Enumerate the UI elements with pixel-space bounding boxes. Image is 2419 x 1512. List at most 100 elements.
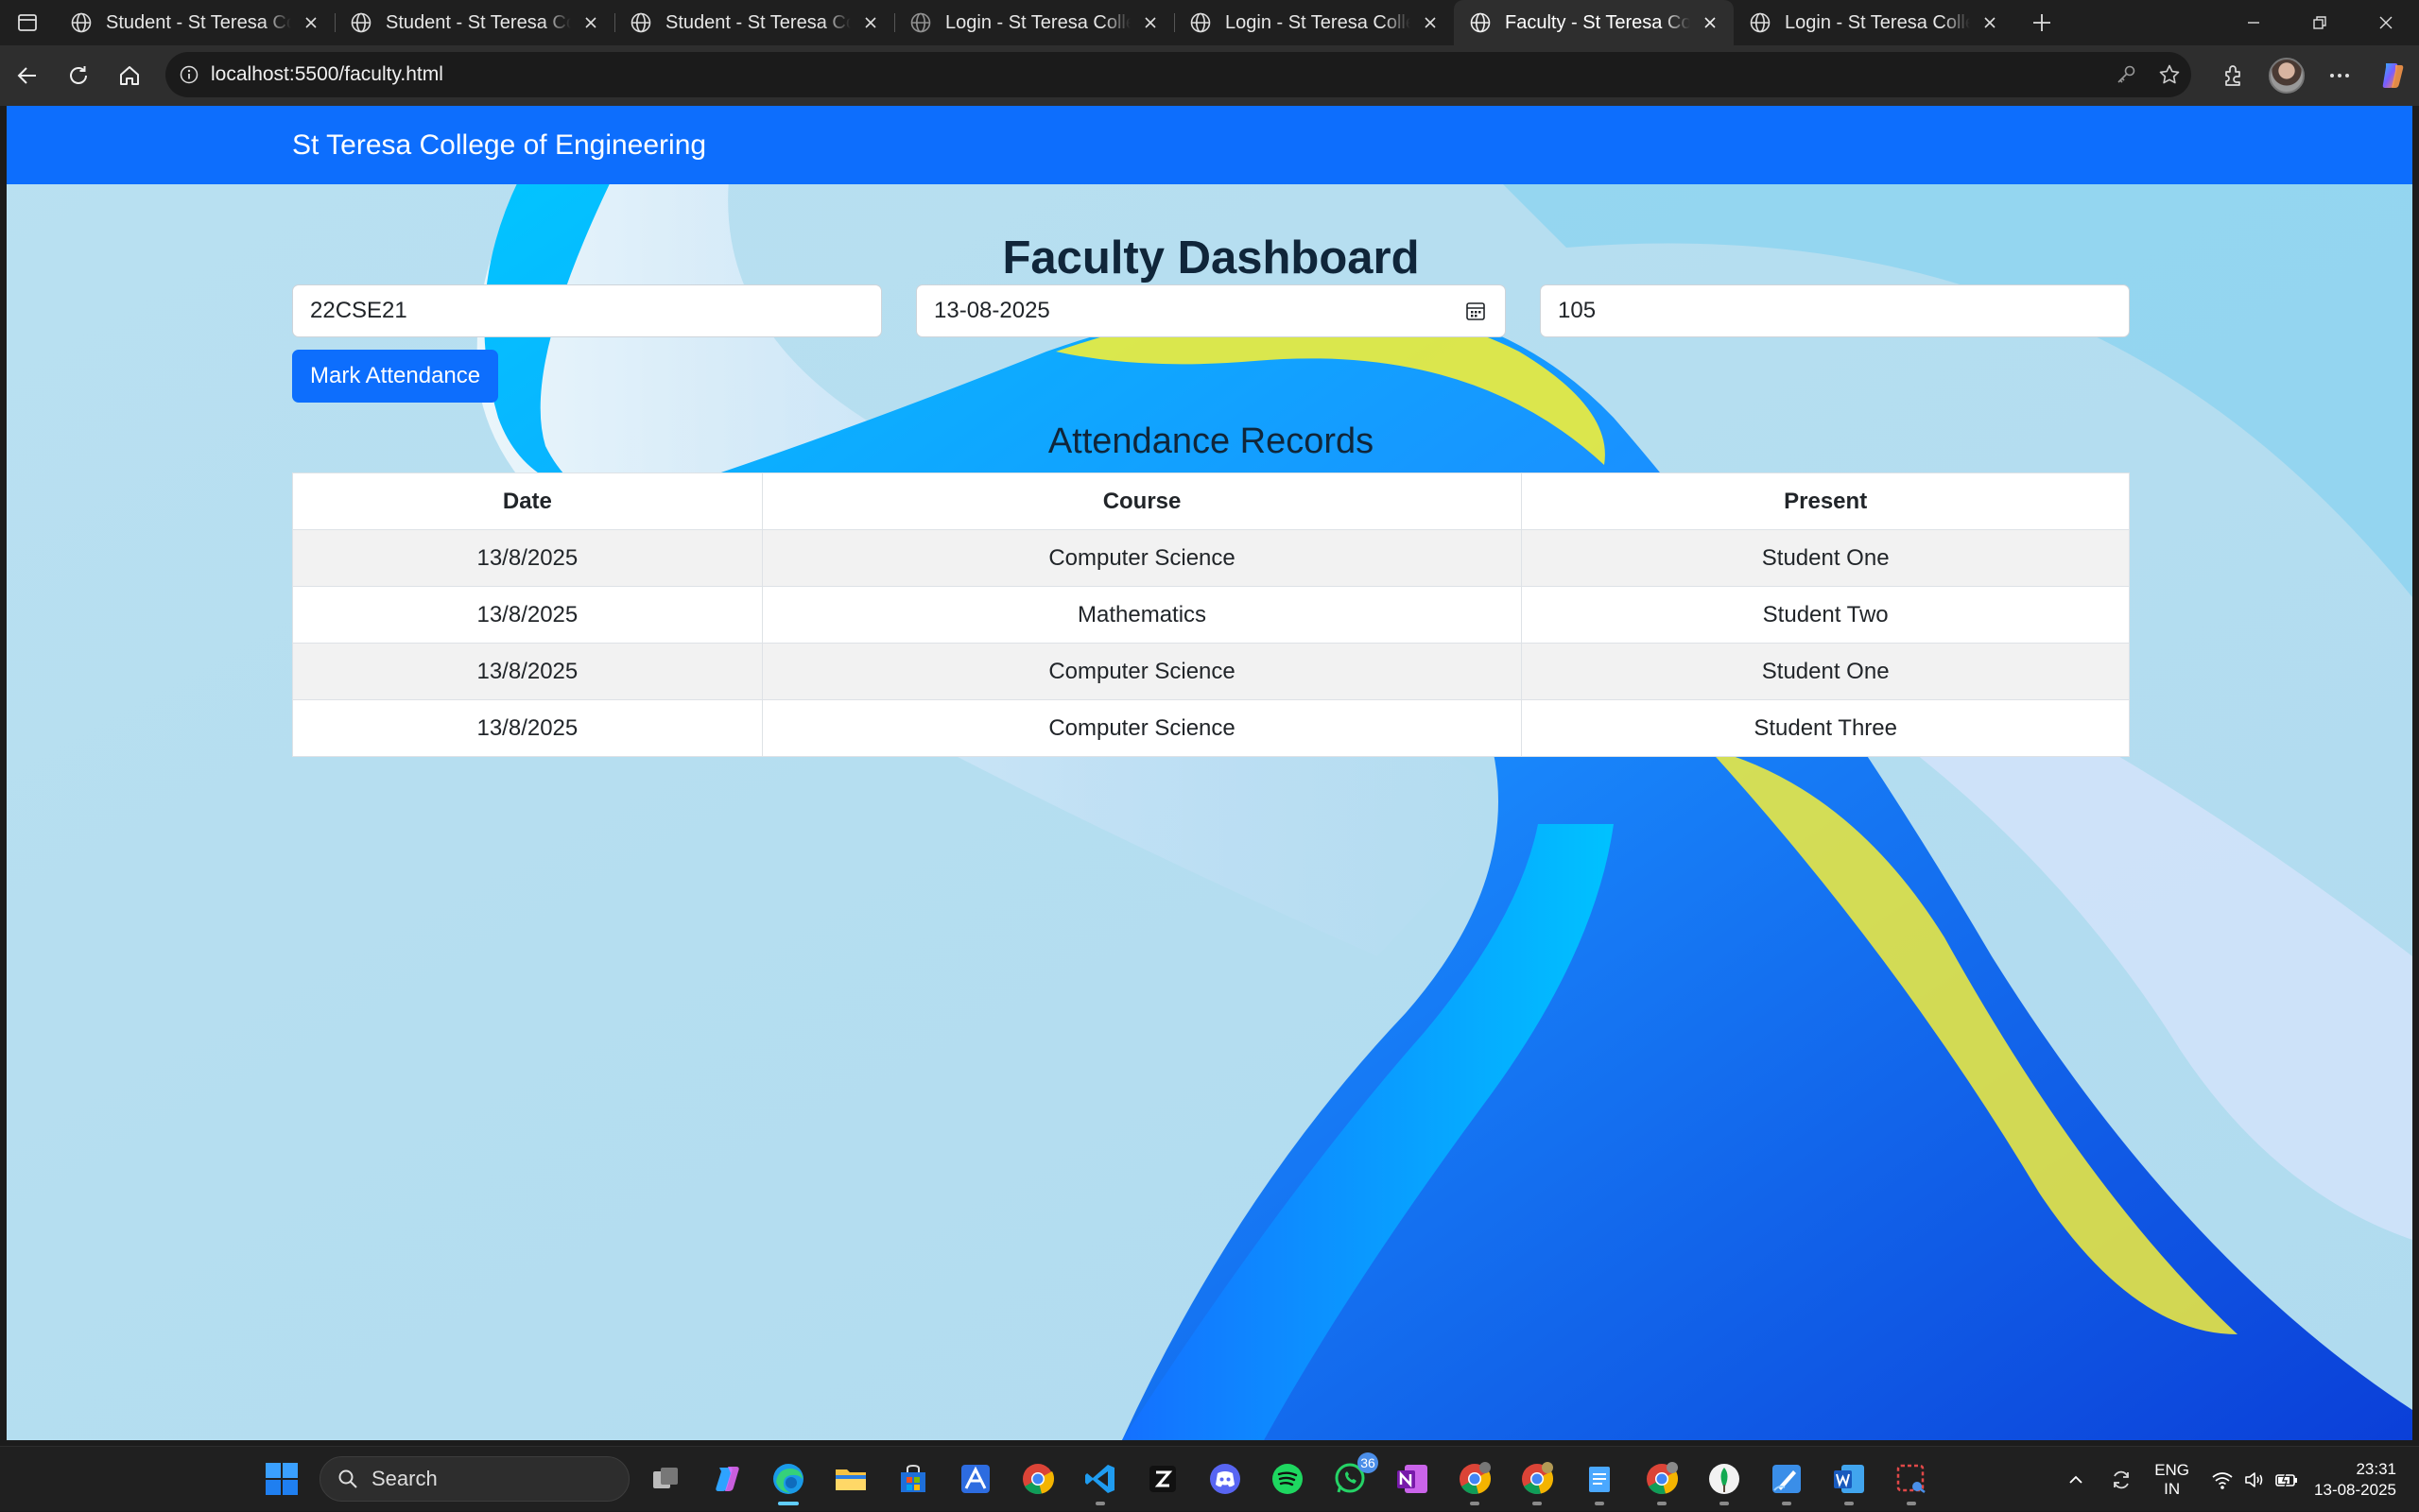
course-code-value[interactable] bbox=[310, 298, 864, 324]
start-button[interactable] bbox=[261, 1458, 302, 1500]
chrome-icon bbox=[1647, 1462, 1679, 1495]
cell-present: Student Two bbox=[1521, 586, 2130, 644]
globe-icon bbox=[910, 12, 931, 33]
close-tab-icon[interactable] bbox=[580, 12, 601, 33]
column-header-date: Date bbox=[292, 472, 763, 530]
volume-status[interactable] bbox=[2238, 1464, 2271, 1496]
windows-taskbar: Search 36 ENG IN 23:31 13-08-2025 bbox=[0, 1446, 2419, 1511]
page-title: Faculty Dashboard bbox=[1002, 232, 1420, 284]
browser-tab[interactable]: Student - St Teresa College of Engineeri… bbox=[614, 0, 894, 45]
show-hidden-icons-button[interactable] bbox=[2060, 1464, 2092, 1496]
toolbar-right bbox=[2207, 45, 2419, 106]
home-button[interactable] bbox=[104, 50, 155, 101]
search-icon bbox=[338, 1469, 357, 1488]
taskbar-onenote[interactable] bbox=[1391, 1458, 1433, 1500]
tab-actions-button[interactable] bbox=[0, 0, 55, 45]
taskbar-vscode[interactable] bbox=[1080, 1458, 1121, 1505]
address-bar[interactable]: localhost:5500/faculty.html bbox=[165, 52, 2191, 97]
refresh-icon bbox=[70, 66, 87, 84]
wifi-icon bbox=[2212, 1471, 2233, 1489]
restore-icon bbox=[2313, 16, 2326, 29]
notepad-icon bbox=[1589, 1467, 1610, 1492]
restore-button[interactable] bbox=[2287, 0, 2353, 45]
close-tab-icon[interactable] bbox=[860, 12, 881, 33]
table-row: 13/8/2025 Mathematics Student Two bbox=[292, 586, 2130, 644]
taskbar-spotify[interactable] bbox=[1267, 1458, 1308, 1500]
favorite-button[interactable] bbox=[2148, 53, 2191, 96]
taskbar-notepad[interactable] bbox=[1579, 1458, 1620, 1505]
calendar-icon[interactable] bbox=[1463, 299, 1488, 323]
key-button[interactable] bbox=[2104, 53, 2148, 96]
new-tab-button[interactable] bbox=[2019, 0, 2065, 45]
browser-tab[interactable]: Student - St Teresa College of Engineeri… bbox=[55, 0, 335, 45]
back-arrow-icon bbox=[17, 67, 36, 84]
extensions-button[interactable] bbox=[2207, 49, 2260, 102]
draw-icon bbox=[1772, 1465, 1801, 1493]
close-window-button[interactable] bbox=[2353, 0, 2419, 45]
minimize-button[interactable] bbox=[2220, 0, 2287, 45]
clock[interactable]: 23:31 13-08-2025 bbox=[2314, 1459, 2396, 1501]
taskbar-terminal-app[interactable] bbox=[1142, 1458, 1184, 1500]
profile-button[interactable] bbox=[2260, 49, 2313, 102]
course-code-input[interactable] bbox=[292, 284, 882, 337]
taskbar-copilot[interactable] bbox=[707, 1458, 749, 1500]
taskbar-mongodb[interactable] bbox=[1703, 1458, 1745, 1505]
copilot-button[interactable] bbox=[2366, 49, 2419, 102]
browser-tab[interactable]: Login - St Teresa College of Engineering bbox=[1734, 0, 2013, 45]
language-code: ENG bbox=[2154, 1460, 2190, 1479]
taskbar-search[interactable]: Search bbox=[320, 1456, 630, 1502]
taskbar-store[interactable] bbox=[892, 1458, 934, 1500]
page-viewport: St Teresa College of Engineering Faculty… bbox=[7, 106, 2412, 1440]
taskbar-whatsapp[interactable]: 36 bbox=[1329, 1452, 1378, 1500]
taskbar-chrome[interactable] bbox=[1017, 1458, 1059, 1500]
sync-icon bbox=[2114, 1470, 2130, 1488]
folder-icon bbox=[836, 1469, 866, 1490]
browser-tab-active[interactable]: Faculty - St Teresa College of Engineeri… bbox=[1454, 0, 1734, 45]
taskbar-snipping-tool[interactable] bbox=[1891, 1458, 1932, 1505]
taskbar-chrome-profile-1[interactable] bbox=[1454, 1458, 1495, 1505]
browser-tab[interactable]: Login - St Teresa College of Engineering bbox=[894, 0, 1174, 45]
taskbar-chrome-profile-2[interactable] bbox=[1516, 1458, 1558, 1505]
browser-tab[interactable]: Student - St Teresa College of Engineeri… bbox=[335, 0, 614, 45]
close-tab-icon[interactable] bbox=[1140, 12, 1161, 33]
close-tab-icon[interactable] bbox=[301, 12, 321, 33]
close-tab-icon[interactable] bbox=[1979, 12, 2000, 33]
cell-date: 13/8/2025 bbox=[292, 586, 763, 644]
tab-title: Faculty - St Teresa College of Engineeri… bbox=[1505, 11, 1690, 33]
sync-status-button[interactable] bbox=[2105, 1464, 2137, 1496]
clock-date: 13-08-2025 bbox=[2314, 1480, 2396, 1499]
refresh-button[interactable] bbox=[53, 50, 104, 101]
browser-tab-strip: Student - St Teresa College of Engineeri… bbox=[0, 0, 2419, 45]
taskbar-word[interactable] bbox=[1828, 1458, 1870, 1505]
date-value[interactable] bbox=[934, 298, 1463, 324]
input-language-indicator[interactable]: ENG IN bbox=[2154, 1461, 2189, 1499]
mark-attendance-button[interactable]: Mark Attendance bbox=[292, 350, 499, 403]
close-tab-icon[interactable] bbox=[1420, 12, 1441, 33]
wifi-status[interactable] bbox=[2206, 1464, 2238, 1496]
back-button[interactable] bbox=[2, 50, 53, 101]
url-text[interactable]: localhost:5500/faculty.html bbox=[211, 63, 2104, 86]
puzzle-icon bbox=[2225, 65, 2240, 86]
brand-link[interactable]: St Teresa College of Engineering bbox=[292, 106, 706, 184]
battery-status[interactable] bbox=[2271, 1464, 2303, 1496]
taskbar-app-blue[interactable] bbox=[955, 1458, 996, 1500]
battery-icon bbox=[2275, 1472, 2298, 1487]
taskbar-file-explorer[interactable] bbox=[830, 1458, 872, 1500]
browser-tab[interactable]: Login - St Teresa College of Engineering bbox=[1174, 0, 1454, 45]
chevron-up-icon bbox=[2069, 1475, 2082, 1484]
date-input[interactable] bbox=[916, 284, 1506, 337]
more-menu-button[interactable] bbox=[2313, 49, 2366, 102]
student-id-value[interactable] bbox=[1558, 298, 2112, 324]
taskbar-paint-app[interactable] bbox=[1766, 1458, 1807, 1505]
onenote-icon bbox=[1397, 1465, 1427, 1493]
student-id-input[interactable] bbox=[1540, 284, 2130, 337]
column-header-course: Course bbox=[761, 472, 1523, 530]
edge-browser-icon bbox=[773, 1464, 803, 1494]
taskbar-chrome-profile-3[interactable] bbox=[1641, 1458, 1683, 1505]
taskbar-edge[interactable] bbox=[768, 1458, 809, 1505]
chrome-icon bbox=[1023, 1464, 1055, 1495]
close-tab-icon[interactable] bbox=[1700, 12, 1720, 33]
site-info-icon[interactable] bbox=[177, 62, 201, 87]
taskbar-discord[interactable] bbox=[1204, 1458, 1246, 1500]
task-view-button[interactable] bbox=[645, 1458, 686, 1500]
